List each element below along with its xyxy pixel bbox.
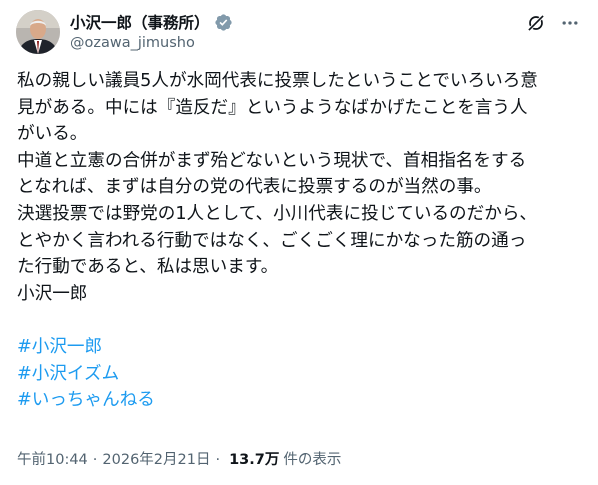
post-text-line: 小沢一郎 bbox=[17, 283, 88, 304]
post-text-line: 決選投票では野党の1人として、小川代表に投じているのだから、 bbox=[17, 203, 538, 224]
hashtag-link[interactable]: #いっちゃんねる bbox=[17, 387, 155, 414]
views-label[interactable]: 件の表示 bbox=[283, 448, 341, 469]
avatar[interactable] bbox=[16, 10, 60, 54]
post-text-line: がいる。 bbox=[17, 124, 88, 145]
post-text-line: 中道と立憲の合併がまず殆どないという現状で、首相指名をする bbox=[17, 150, 527, 171]
post-text-line: た行動であると、私は思います。 bbox=[17, 257, 279, 278]
meta-separator: · bbox=[215, 452, 221, 468]
grok-icon[interactable] bbox=[525, 12, 547, 34]
meta-separator: · bbox=[92, 452, 98, 468]
handle[interactable]: @ozawa_jimusho bbox=[70, 35, 233, 51]
post-date[interactable]: 2026年2月21日 bbox=[102, 448, 210, 469]
post-text-line: 見がある。中には『造反だ』というようなばかげたことを言う人 bbox=[17, 97, 528, 118]
hashtag-link[interactable]: #小沢一郎 bbox=[17, 334, 102, 361]
post-meta: 午前10:44 · 2026年2月21日 · 13.7万 件の表示 bbox=[17, 448, 341, 469]
views-count[interactable]: 13.7万 bbox=[229, 448, 279, 469]
tweet: 小沢一郎（事務所） @ozawa_jimusho 私の親しい議員5人が水岡代表に… bbox=[0, 0, 598, 485]
hashtag-link[interactable]: #小沢イズム bbox=[17, 361, 119, 388]
verified-badge-icon bbox=[214, 13, 233, 32]
author-info: 小沢一郎（事務所） @ozawa_jimusho bbox=[70, 11, 233, 51]
display-name[interactable]: 小沢一郎（事務所） bbox=[70, 11, 210, 33]
post-text-line: 私の親しい議員5人が水岡代表に投票したということでいろいろ意 bbox=[17, 71, 538, 91]
post-text-line: とやかく言われる行動ではなく、ごくごく理にかなった筋の通っ bbox=[17, 230, 527, 251]
post-time[interactable]: 午前10:44 bbox=[17, 448, 88, 469]
more-options-icon[interactable] bbox=[559, 12, 581, 34]
post-text: 私の親しい議員5人が水岡代表に投票したということでいろいろ意 見がある。中には『… bbox=[17, 68, 587, 414]
post-text-line: となれば、まずは自分の党の代表に投票するのが当然の事。 bbox=[17, 177, 492, 198]
